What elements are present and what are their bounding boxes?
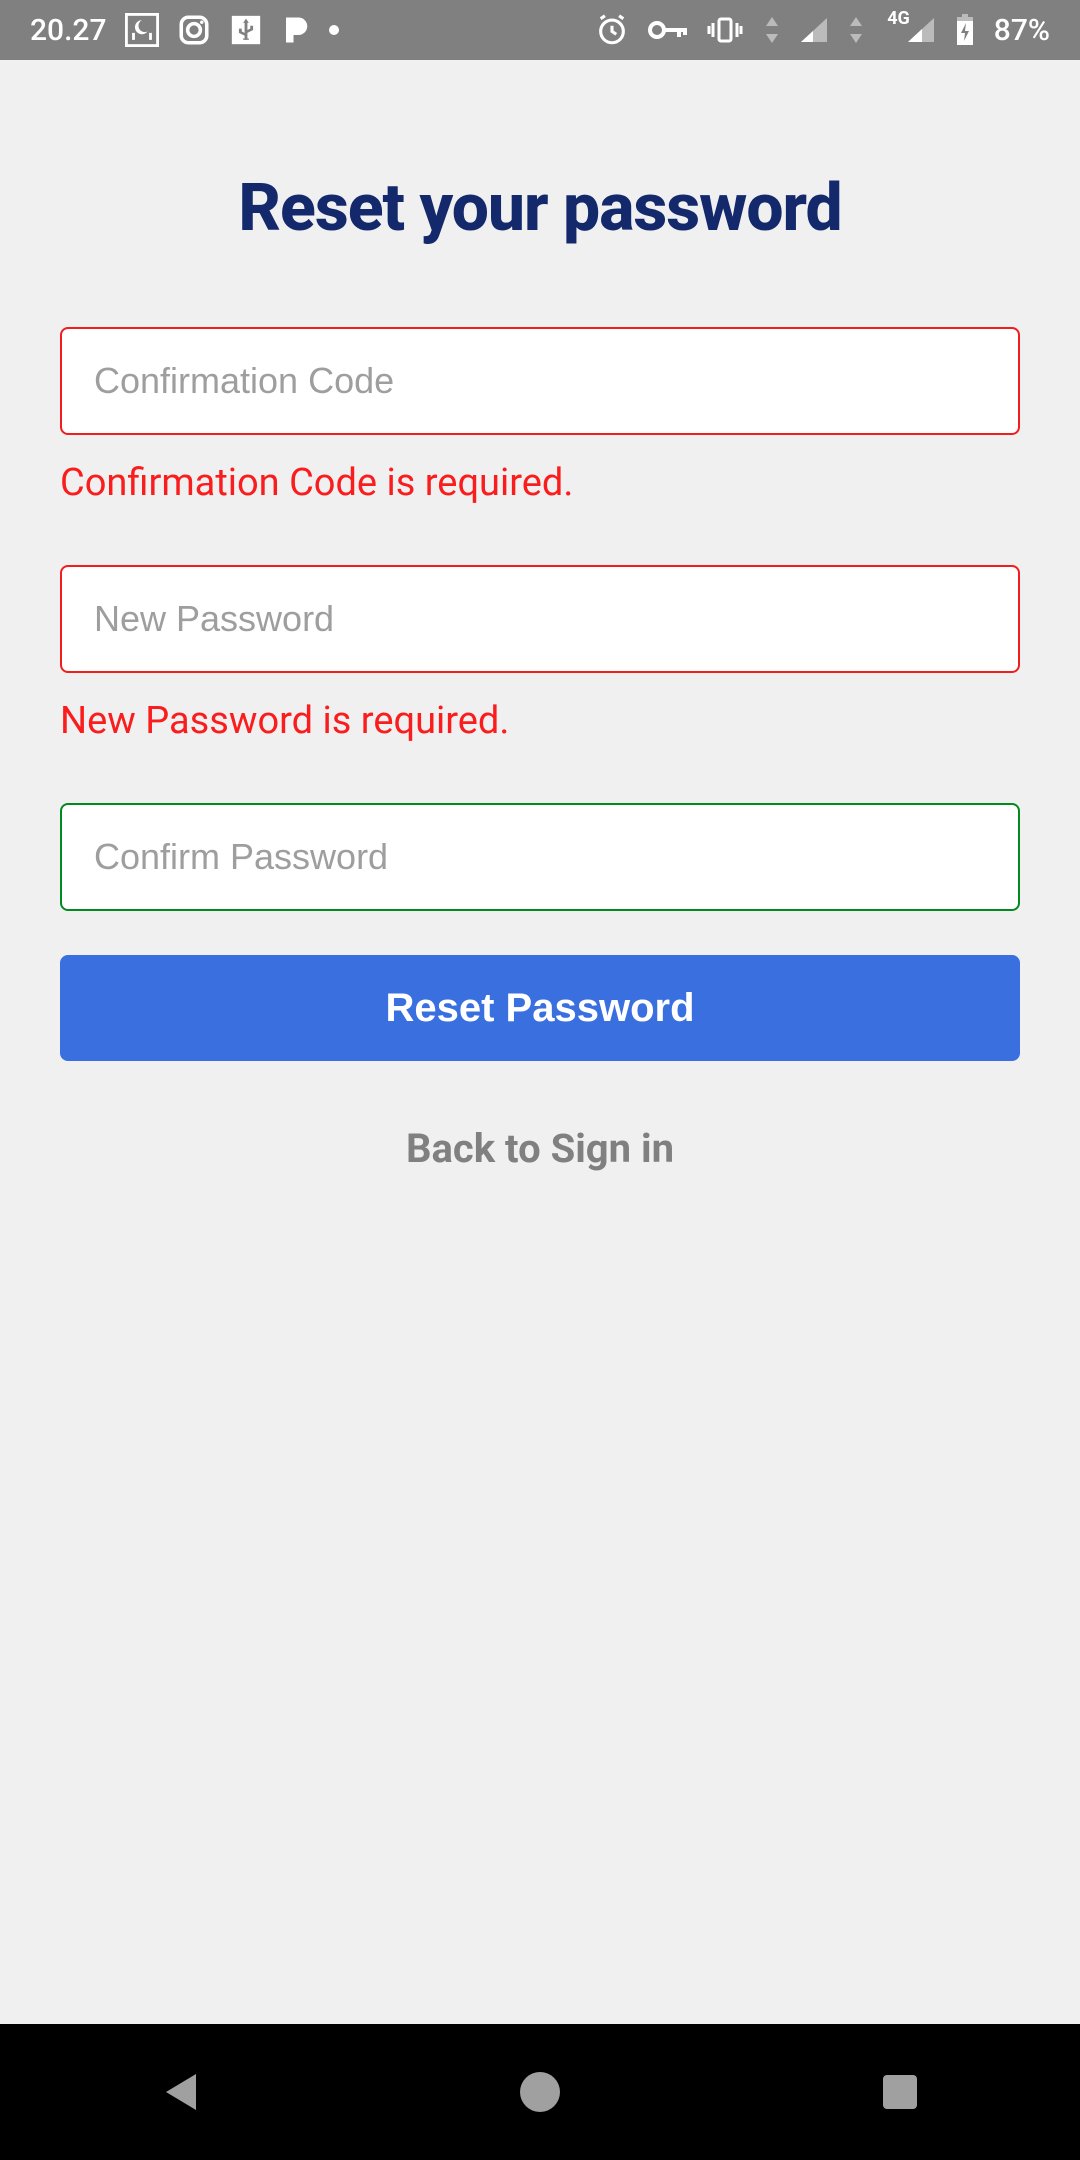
page-title: Reset your password bbox=[60, 170, 1020, 247]
instagram-icon bbox=[177, 13, 211, 47]
confirm-password-input[interactable] bbox=[60, 803, 1020, 911]
battery-charging-icon bbox=[954, 13, 976, 47]
signal-2-icon bbox=[906, 16, 936, 44]
circle-home-icon bbox=[518, 2070, 562, 2114]
square-recent-icon bbox=[880, 2072, 920, 2112]
more-dot-icon bbox=[329, 25, 339, 35]
reset-password-button[interactable]: Reset Password bbox=[60, 955, 1020, 1061]
usb-icon bbox=[229, 13, 263, 47]
new-password-input[interactable] bbox=[60, 565, 1020, 673]
data-updown-icon bbox=[763, 15, 781, 45]
status-left: 20.27 bbox=[30, 13, 339, 48]
battery-text: 87% bbox=[994, 13, 1050, 48]
pandora-icon bbox=[281, 13, 311, 47]
vibrate-icon bbox=[705, 15, 745, 45]
prayer-app-icon bbox=[125, 13, 159, 47]
clock-text: 20.27 bbox=[30, 13, 107, 48]
data-updown-2-icon bbox=[847, 15, 865, 45]
alarm-icon bbox=[595, 13, 629, 47]
nav-back-button[interactable] bbox=[80, 2024, 280, 2160]
nav-bar bbox=[0, 2024, 1080, 2160]
nav-home-button[interactable] bbox=[440, 2024, 640, 2160]
back-to-signin-link[interactable]: Back to Sign in bbox=[60, 1125, 1020, 1172]
nav-recent-button[interactable] bbox=[800, 2024, 1000, 2160]
status-right: 4G 87% bbox=[595, 13, 1050, 48]
vpn-key-icon bbox=[647, 18, 687, 42]
triangle-back-icon bbox=[160, 2070, 200, 2114]
status-bar: 20.27 4G bbox=[0, 0, 1080, 60]
new-password-error: New Password is required. bbox=[60, 699, 1020, 743]
main-content: Reset your password Confirmation Code is… bbox=[0, 60, 1080, 2024]
confirmation-code-input[interactable] bbox=[60, 327, 1020, 435]
network-type-label: 4G bbox=[887, 8, 910, 29]
confirmation-code-error: Confirmation Code is required. bbox=[60, 461, 1020, 505]
signal-1-icon bbox=[799, 16, 829, 44]
